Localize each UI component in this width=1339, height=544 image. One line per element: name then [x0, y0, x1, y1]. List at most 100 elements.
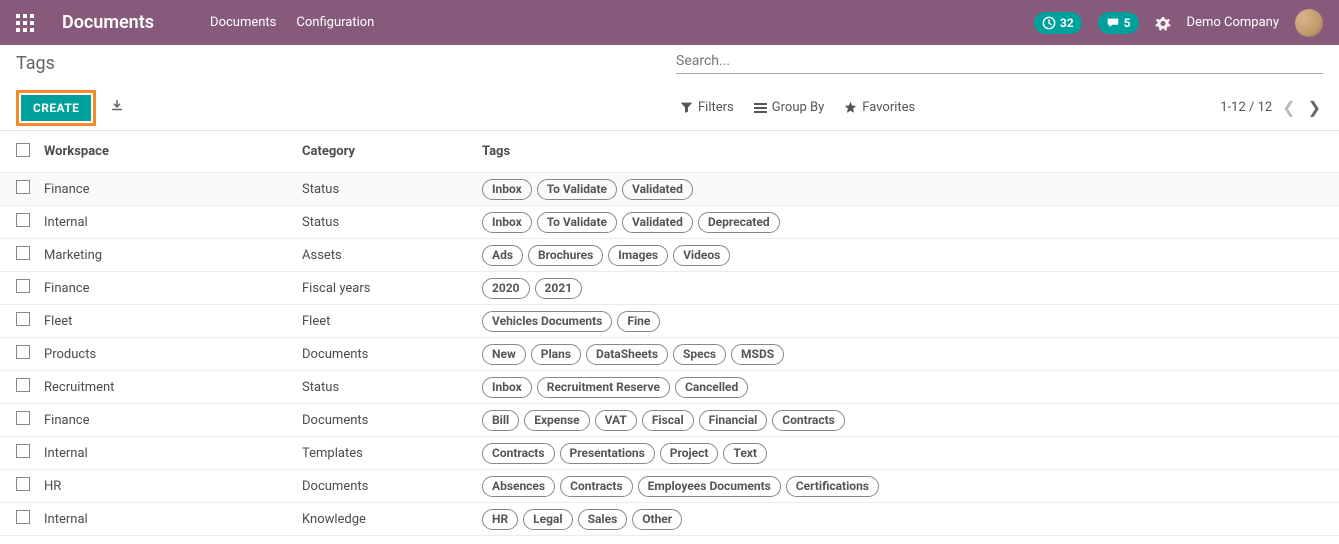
favorites-toggle[interactable]: Favorites — [844, 100, 915, 115]
cell-category: Documents — [302, 413, 482, 428]
tag-chip[interactable]: Contracts — [772, 410, 845, 431]
tag-chip[interactable]: Presentations — [560, 443, 655, 464]
tag-chip[interactable]: To Validate — [537, 212, 617, 233]
cell-category: Documents — [302, 479, 482, 494]
table-row[interactable]: RecruitmentStatusInboxRecruitment Reserv… — [0, 371, 1339, 404]
tag-chip[interactable]: 2020 — [482, 278, 530, 299]
menu-documents[interactable]: Documents — [210, 15, 276, 30]
tag-chip[interactable]: Text — [723, 443, 767, 464]
tag-chip[interactable]: MSDS — [731, 344, 784, 365]
tag-chip[interactable]: Legal — [523, 509, 572, 530]
table-row[interactable]: FinanceStatusInboxTo ValidateValidated — [0, 173, 1339, 206]
tag-chip[interactable]: Inbox — [482, 377, 532, 398]
cell-workspace: Finance — [44, 281, 302, 296]
search-input[interactable] — [676, 53, 1323, 69]
tag-chip[interactable]: Fine — [617, 311, 660, 332]
timer-badge[interactable]: 32 — [1034, 12, 1082, 34]
clock-icon — [1042, 16, 1056, 30]
funnel-icon — [680, 101, 693, 114]
table-row[interactable]: MarketingAssetsAdsBrochuresImagesVideos — [0, 239, 1339, 272]
cell-tags: NewPlansDataSheetsSpecsMSDS — [482, 344, 1323, 365]
tag-chip[interactable]: Deprecated — [698, 212, 780, 233]
tag-chip[interactable]: Employees Documents — [638, 476, 781, 497]
tag-chip[interactable]: Project — [660, 443, 719, 464]
tag-chip[interactable]: Contracts — [482, 443, 555, 464]
prev-page-icon[interactable]: ❮ — [1280, 98, 1297, 117]
tag-chip[interactable]: Recruitment Reserve — [537, 377, 670, 398]
search-container — [676, 51, 1323, 74]
tag-chip[interactable]: Other — [632, 509, 682, 530]
cell-category: Templates — [302, 446, 482, 461]
tag-chip[interactable]: Contracts — [560, 476, 633, 497]
menu-configuration[interactable]: Configuration — [296, 15, 374, 30]
tag-chip[interactable]: Certifications — [786, 476, 879, 497]
tag-chip[interactable]: Videos — [673, 245, 730, 266]
apps-icon[interactable] — [16, 14, 34, 32]
cell-workspace: Fleet — [44, 314, 302, 329]
tag-chip[interactable]: Inbox — [482, 212, 532, 233]
cell-category: Fleet — [302, 314, 482, 329]
tag-chip[interactable]: To Validate — [537, 179, 617, 200]
wrench-icon[interactable] — [1155, 15, 1171, 31]
chat-badge[interactable]: 5 — [1098, 12, 1139, 34]
col-category[interactable]: Category — [302, 144, 482, 159]
cell-category: Status — [302, 182, 482, 197]
col-workspace[interactable]: Workspace — [44, 144, 302, 159]
groupby-label: Group By — [772, 100, 825, 115]
row-checkbox[interactable] — [16, 444, 30, 458]
table-row[interactable]: FinanceFiscal years20202021 — [0, 272, 1339, 305]
tag-chip[interactable]: Sales — [578, 509, 628, 530]
row-checkbox[interactable] — [16, 411, 30, 425]
tag-chip[interactable]: Ads — [482, 245, 523, 266]
row-checkbox[interactable] — [16, 510, 30, 524]
table-row[interactable]: FinanceDocumentsBillExpenseVATFiscalFina… — [0, 404, 1339, 437]
avatar[interactable] — [1295, 9, 1323, 37]
row-checkbox[interactable] — [16, 378, 30, 392]
tag-chip[interactable]: Validated — [622, 212, 693, 233]
groupby-toggle[interactable]: Group By — [754, 100, 825, 115]
table-row[interactable]: InternalTemplatesContractsPresentationsP… — [0, 437, 1339, 470]
row-checkbox[interactable] — [16, 180, 30, 194]
row-checkbox[interactable] — [16, 312, 30, 326]
tag-chip[interactable]: Financial — [699, 410, 768, 431]
tag-chip[interactable]: HR — [482, 509, 518, 530]
col-tags[interactable]: Tags — [482, 144, 1323, 159]
cell-workspace: Products — [44, 347, 302, 362]
table-row[interactable]: InternalStatusInboxTo ValidateValidatedD… — [0, 206, 1339, 239]
tag-chip[interactable]: 2021 — [535, 278, 583, 299]
tag-chip[interactable]: VAT — [595, 410, 637, 431]
tag-chip[interactable]: Images — [608, 245, 668, 266]
table-row[interactable]: HRDocumentsAbsencesContractsEmployees Do… — [0, 470, 1339, 503]
row-checkbox[interactable] — [16, 279, 30, 293]
tag-chip[interactable]: Absences — [482, 476, 555, 497]
table-row[interactable]: FleetFleetVehicles DocumentsFine — [0, 305, 1339, 338]
company-selector[interactable]: Demo Company — [1187, 15, 1279, 30]
filters-toggle[interactable]: Filters — [680, 100, 734, 115]
table-row[interactable]: InternalKnowledgeHRLegal SalesOther — [0, 503, 1339, 536]
download-icon[interactable] — [106, 99, 124, 117]
app-brand[interactable]: Documents — [62, 12, 154, 33]
tag-chip[interactable]: Expense — [524, 410, 589, 431]
tag-chip[interactable]: Bill — [482, 410, 519, 431]
tag-chip[interactable]: Plans — [531, 344, 581, 365]
create-button[interactable]: CREATE — [21, 95, 91, 121]
tag-chip[interactable]: Fiscal — [642, 410, 694, 431]
tag-chip[interactable]: Validated — [622, 179, 693, 200]
favorites-label: Favorites — [862, 100, 915, 115]
row-checkbox[interactable] — [16, 345, 30, 359]
cell-workspace: Internal — [44, 512, 302, 527]
table-row[interactable]: ProductsDocumentsNewPlansDataSheetsSpecs… — [0, 338, 1339, 371]
row-checkbox[interactable] — [16, 213, 30, 227]
next-page-icon[interactable]: ❯ — [1306, 98, 1323, 117]
tag-chip[interactable]: Inbox — [482, 179, 532, 200]
tag-chip[interactable]: Specs — [673, 344, 726, 365]
row-checkbox[interactable] — [16, 246, 30, 260]
select-all-checkbox[interactable] — [16, 143, 30, 157]
tag-chip[interactable]: New — [482, 344, 526, 365]
tag-chip[interactable]: Brochures — [528, 245, 603, 266]
tag-chip[interactable]: Vehicles Documents — [482, 311, 612, 332]
cell-category: Knowledge — [302, 512, 482, 527]
tag-chip[interactable]: Cancelled — [675, 377, 748, 398]
tag-chip[interactable]: DataSheets — [586, 344, 668, 365]
row-checkbox[interactable] — [16, 477, 30, 491]
